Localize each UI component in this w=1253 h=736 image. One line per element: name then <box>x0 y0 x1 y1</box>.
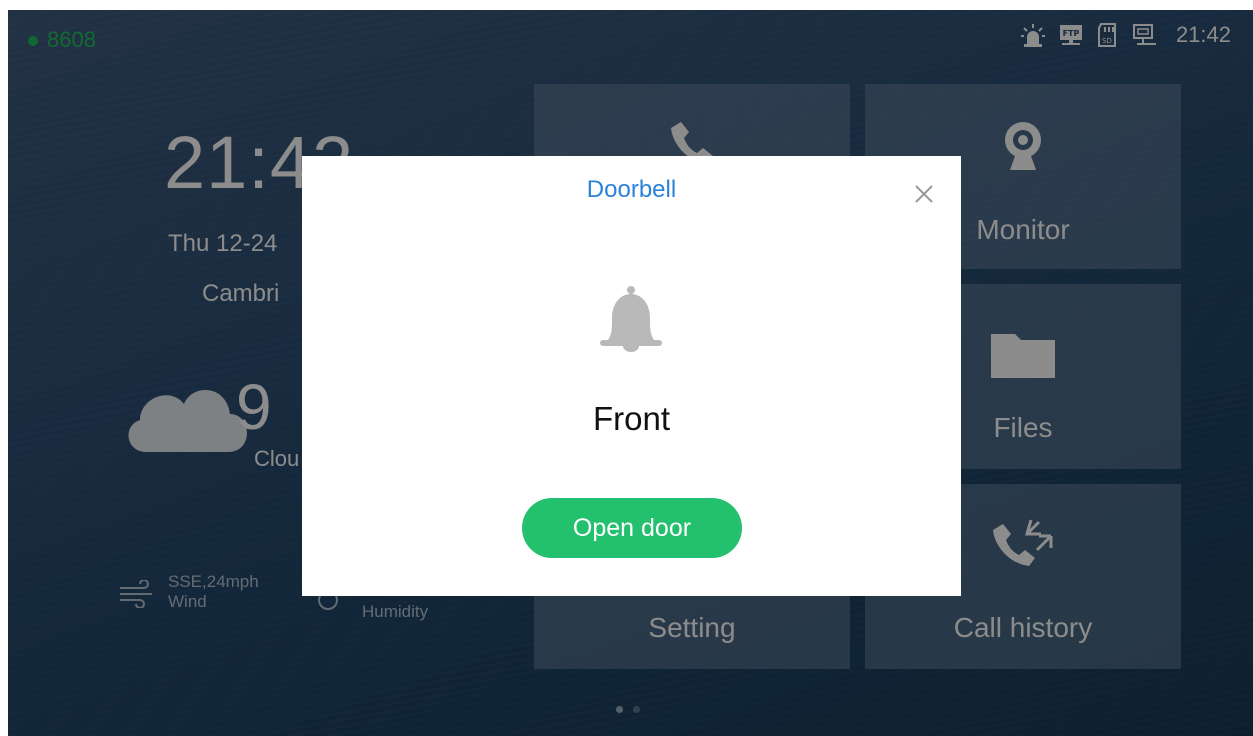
open-door-button[interactable]: Open door <box>522 498 742 558</box>
page-dot <box>633 706 640 713</box>
humidity-label: Humidity <box>362 602 429 621</box>
bell-icon <box>598 284 664 359</box>
status-icons: FTP SD 21:42 <box>1020 22 1231 48</box>
call-history-icon <box>991 514 1055 579</box>
dialog-title: Doorbell <box>586 176 677 203</box>
weather-city: Cambri <box>202 280 280 307</box>
page-indicator <box>616 706 640 713</box>
svg-text:SD: SD <box>1102 37 1112 45</box>
svg-text:FTP: FTP <box>1063 29 1080 38</box>
wind-label: Wind <box>168 592 207 611</box>
weather-temperature: 9 <box>236 371 272 443</box>
home-date: Thu 12-24 <box>168 230 278 257</box>
wind-icon <box>118 579 158 613</box>
network-icon <box>1132 22 1158 48</box>
doorbell-name: Front <box>592 400 671 437</box>
page-dot <box>616 706 623 713</box>
folder-icon <box>989 330 1057 385</box>
tile-call-history-label: Call history <box>953 612 1093 643</box>
close-icon[interactable] <box>910 180 938 213</box>
tile-setting-label: Setting <box>648 612 736 643</box>
status-bar: 8608 FTP SD 21:42 <box>8 10 1253 56</box>
wind-value: SSE,24mph <box>168 572 259 591</box>
doorbell-dialog: Doorbell Front Open door <box>302 156 961 596</box>
extension-number: 8608 <box>47 27 96 52</box>
sd-card-icon: SD <box>1096 22 1120 48</box>
camera-icon <box>998 118 1048 177</box>
ftp-icon: FTP <box>1058 22 1084 48</box>
weather-condition: Clou <box>254 446 300 471</box>
status-clock: 21:42 <box>1175 22 1231 47</box>
alarm-light-icon <box>1020 22 1046 48</box>
online-status-icon <box>28 36 38 46</box>
